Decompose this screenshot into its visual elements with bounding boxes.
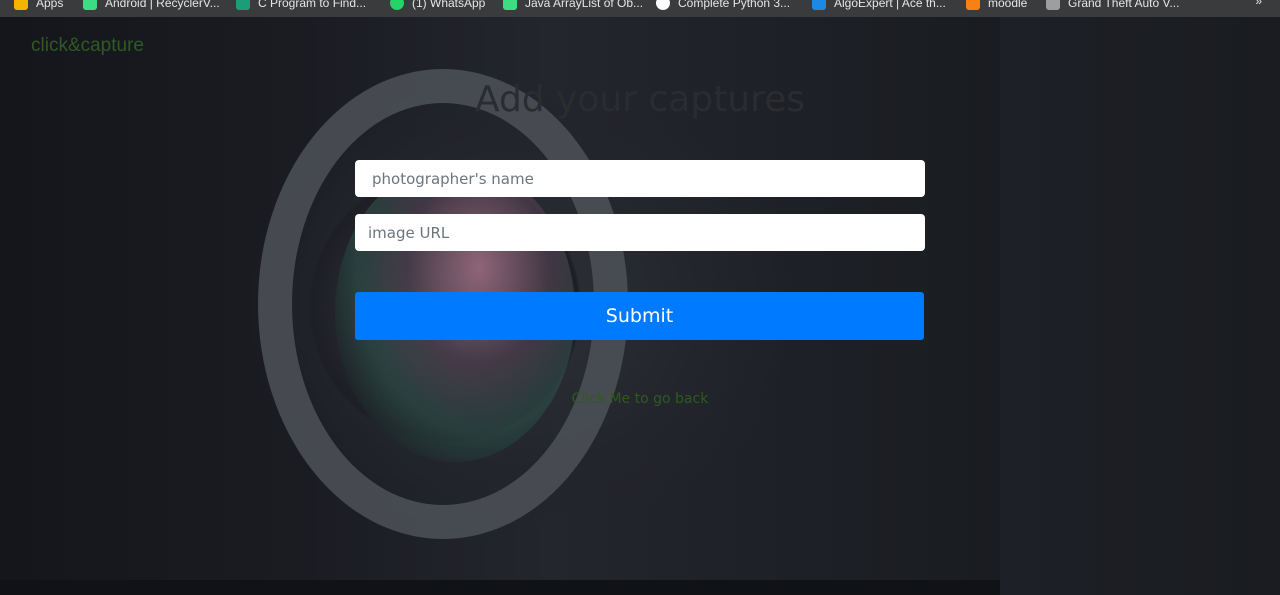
android-icon [83,0,97,10]
bookmark-apps[interactable]: Apps [14,0,63,12]
page-right-background [1000,17,1280,595]
bookmark-label: Android | RecyclerV... [105,0,220,10]
github-icon [656,0,670,10]
submit-button[interactable]: Submit [355,292,924,340]
bookmark-complete-python[interactable]: Complete Python 3... [656,0,790,12]
brand-logo[interactable]: click&capture [31,35,144,57]
bookmark-label: AlgoExpert | Ace th... [834,0,946,10]
bookmark-c-program[interactable]: C Program to Find... [236,0,366,12]
page: click&capture Add your captures Submit C… [0,17,1280,595]
site-icon [236,0,250,10]
go-back-link[interactable]: Click Me to go back [540,391,740,407]
background-bottom-edge [0,580,1000,595]
moodle-icon [966,0,980,10]
bookmark-label: Grand Theft Auto V... [1068,0,1180,10]
gta-icon [1046,0,1060,10]
bookmark-gta[interactable]: Grand Theft Auto V... [1046,0,1179,12]
bookmark-algoexpert[interactable]: AlgoExpert | Ace th... [812,0,946,12]
photographer-name-input[interactable] [355,160,925,197]
android-icon [503,0,517,10]
bookmark-label: Apps [36,0,64,10]
whatsapp-icon [390,0,404,10]
bookmarks-overflow-button[interactable]: » [1255,0,1262,8]
apps-grid-icon [14,0,28,10]
bookmark-label: (1) WhatsApp [412,0,486,10]
bookmark-label: C Program to Find... [258,0,367,10]
bookmark-label: moodle [988,0,1028,10]
algoexpert-icon [812,0,826,10]
bookmark-moodle[interactable]: moodle [966,0,1027,12]
page-title: Add your captures [474,79,806,120]
bookmark-label: Complete Python 3... [678,0,791,10]
bookmarks-bar: Apps Android | RecyclerV... C Program to… [0,0,1280,17]
bookmark-java-arraylist[interactable]: Java ArrayList of Ob... [503,0,643,12]
bookmark-label: Java ArrayList of Ob... [525,0,644,10]
image-url-input[interactable] [355,214,925,251]
bookmark-android-recyclerview[interactable]: Android | RecyclerV... [83,0,220,12]
bookmark-whatsapp[interactable]: (1) WhatsApp [390,0,485,12]
